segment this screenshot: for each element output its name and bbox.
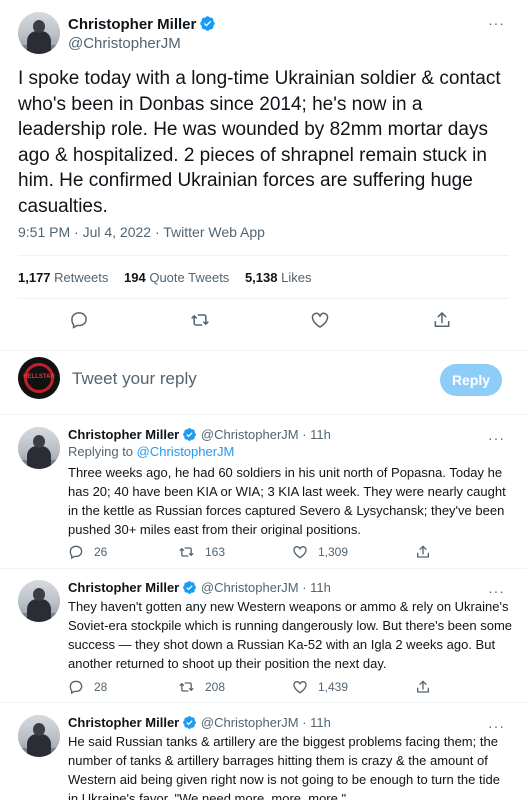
reply-tweet[interactable]: Christopher Miller @ChristopherJM · 11h … [0,580,527,702]
reply-icon [69,680,83,695]
reply-header: Christopher Miller @ChristopherJM · 11h [68,580,331,595]
reply-text: They haven't gotten any new Western weap… [68,599,512,671]
avatar-logo-text: HELLSTAR [23,374,55,380]
main-tweet-header: Christopher Miller @ChristopherJM [18,12,508,56]
main-tweet-text: I spoke today with a long-time Ukrainian… [18,68,501,217]
quote-tweets-stat[interactable]: 194 Quote Tweets [124,270,229,285]
retweet-icon[interactable] [189,310,211,332]
reply-actions: 28 208 1,439 [68,678,448,696]
author-name[interactable]: Christopher Miller [68,427,179,442]
retweets-stat[interactable]: 1,177 Retweets [18,270,108,285]
reply-icon [69,545,83,560]
replying-to: Replying to @ChristopherJM [68,444,235,459]
author-avatar[interactable] [18,580,60,622]
retweet-action[interactable]: 163 [178,543,225,561]
reply-count: 28 [94,680,108,694]
retweet-count: 208 [205,680,226,694]
divider [0,568,527,569]
reply-text: Three weeks ago, he had 60 soldiers in h… [68,465,506,537]
reply-tweet[interactable]: Christopher Miller @ChristopherJM · 11h … [0,427,527,569]
author-name[interactable]: Christopher Miller [68,16,196,33]
more-options-icon[interactable]: ··· [488,719,505,733]
verified-badge-icon [183,428,197,441]
reply-header: Christopher Miller @ChristopherJM · 11h [68,715,331,730]
verified-badge-icon [183,581,197,594]
reply-tweet[interactable]: Christopher Miller @ChristopherJM · 11h … [0,715,527,800]
like-action[interactable]: 1,439 [292,678,348,696]
reply-count: 26 [94,545,108,559]
user-avatar[interactable]: HELLSTAR [18,357,60,399]
share-action[interactable] [415,543,441,561]
divider [0,702,527,703]
verified-badge-icon [200,16,216,31]
reply-button[interactable]: Reply [440,364,502,396]
retweet-count: 163 [205,545,226,559]
reply-action[interactable]: 28 [68,678,107,696]
author-handle[interactable]: @ChristopherJM [68,35,181,52]
like-count: 1,309 [318,545,349,559]
divider [0,414,527,415]
like-icon [293,546,307,559]
more-options-icon[interactable]: ··· [488,16,505,30]
share-icon [417,545,429,558]
share-icon[interactable] [432,310,454,332]
author-handle[interactable]: @ChristopherJM · 11h [201,580,331,595]
like-icon[interactable] [310,310,332,332]
author-name[interactable]: Christopher Miller [68,715,179,730]
author-avatar[interactable] [18,715,60,757]
tweet-stats: 1,177 Retweets 194 Quote Tweets 5,138 Li… [18,270,323,285]
like-icon [293,681,307,694]
tweet-meta[interactable]: 9:51 PM · Jul 4, 2022 · Twitter Web App [18,224,265,240]
verified-badge-icon [183,716,197,729]
reply-actions: 26 163 1,309 [68,543,448,561]
likes-stat[interactable]: 5,138 Likes [245,270,312,285]
author-handle[interactable]: @ChristopherJM · 11h [201,715,331,730]
like-action[interactable]: 1,309 [292,543,348,561]
author-avatar[interactable] [18,12,60,54]
share-icon [417,680,429,693]
reply-action[interactable]: 26 [68,543,107,561]
divider [18,255,509,256]
retweet-action[interactable]: 208 [178,678,225,696]
reply-icon[interactable] [69,310,91,332]
divider [18,298,509,299]
retweet-icon [179,547,194,557]
reply-header: Christopher Miller @ChristopherJM · 11h [68,427,331,442]
reply-input[interactable]: Tweet your reply [72,369,197,389]
retweet-icon [179,682,194,692]
more-options-icon[interactable]: ··· [488,431,505,445]
reply-composer: HELLSTAR Tweet your reply Reply [0,355,527,407]
author-avatar[interactable] [18,427,60,469]
more-options-icon[interactable]: ··· [488,584,505,598]
author-name-row[interactable]: Christopher Miller [68,15,216,34]
author-name[interactable]: Christopher Miller [68,580,179,595]
reply-text: He said Russian tanks & artillery are th… [68,734,500,800]
tweet-actions [0,310,527,336]
like-count: 1,439 [318,680,349,694]
replying-to-link[interactable]: @ChristopherJM [137,444,235,459]
share-action[interactable] [415,678,441,696]
divider [0,350,527,351]
author-handle[interactable]: @ChristopherJM · 11h [201,427,331,442]
